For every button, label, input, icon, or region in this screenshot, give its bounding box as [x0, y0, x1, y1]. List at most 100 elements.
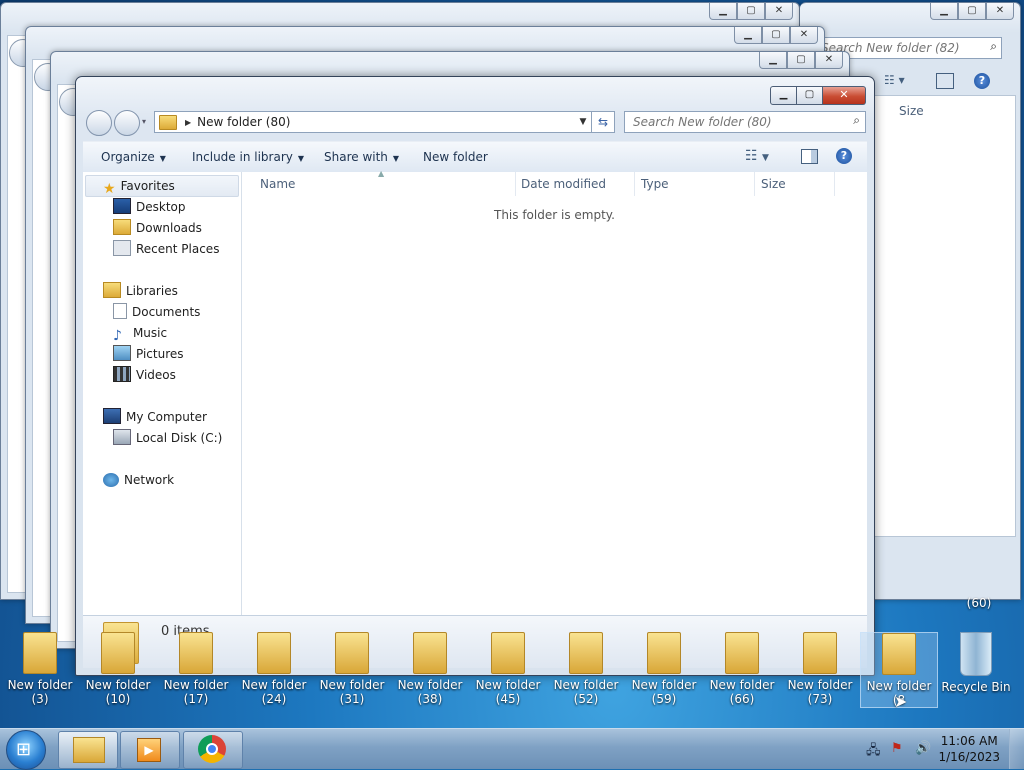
start-button[interactable]: ⊞ [6, 730, 46, 770]
nav-item-videos[interactable]: Videos [113, 365, 176, 385]
desktop-icon-folder[interactable]: New folder (17) [158, 632, 234, 706]
column-header-type[interactable]: Type [635, 172, 755, 196]
close-button[interactable]: ✕ [986, 3, 1014, 20]
refresh-button[interactable]: ⇆ [592, 111, 615, 133]
network-icon [103, 473, 119, 487]
new-folder-button[interactable]: New folder [423, 150, 488, 164]
minimize-button[interactable]: ▁ [709, 3, 737, 20]
desktop-icon-label: New folder [7, 678, 73, 692]
desktop-icon-folder[interactable]: New folder (31) [314, 632, 390, 706]
nav-item-recent-places[interactable]: Recent Places [113, 239, 219, 259]
nav-label: Desktop [136, 200, 186, 214]
maximize-button[interactable]: ▢ [762, 27, 790, 44]
nav-label: Documents [132, 305, 201, 319]
search-box[interactable]: ⌕ [624, 111, 866, 133]
empty-folder-message: This folder is empty. [494, 208, 615, 222]
nav-item-documents[interactable]: Documents [113, 302, 200, 322]
desktop-icon-folder[interactable]: New folder (59) [626, 632, 702, 706]
address-path[interactable]: New folder (80) [197, 115, 575, 129]
nav-item-desktop[interactable]: Desktop [113, 197, 186, 217]
share-with-button[interactable]: Share with ▼ [324, 150, 399, 164]
view-icon[interactable]: ☷ ▾ [884, 73, 905, 87]
nav-item-favorites[interactable]: ★ Favorites [103, 176, 175, 197]
desktop-icon-folder[interactable]: New folder (38) [392, 632, 468, 706]
close-button[interactable]: ✕ [823, 86, 866, 105]
desktop-icon-folder[interactable]: New folder (3) [2, 632, 78, 706]
maximize-button[interactable]: ▢ [958, 3, 986, 20]
videos-icon [113, 366, 131, 382]
desktop-icon-label: New folder [631, 678, 697, 692]
minimize-button[interactable]: ▁ [759, 52, 787, 69]
maximize-button[interactable]: ▢ [737, 3, 765, 20]
command-bar: Organize ▼ Include in library ▼ Share with… [83, 141, 867, 173]
desktop-icon-folder[interactable]: New folder (10) [80, 632, 156, 706]
desktop-icon-number: (38) [417, 692, 443, 706]
help-icon[interactable]: ? [974, 73, 990, 89]
network-tray-icon[interactable]: 🖧 [866, 741, 881, 763]
forward-button[interactable] [114, 110, 140, 136]
nav-item-network[interactable]: Network [103, 470, 174, 490]
clock[interactable]: 11:06 AM 1/16/2023 [938, 733, 1000, 765]
desktop-icon-folder[interactable]: New folder (73) [782, 632, 858, 706]
explorer-icon [73, 737, 105, 763]
taskbar: ⊞ ▶ 🖧 ⚑ 🔊 11:06 AM 1/16/2023 [0, 728, 1024, 770]
desktop-icon-number: (17) [183, 692, 209, 706]
desktop-icon-number: (66) [729, 692, 755, 706]
column-header-date-modified[interactable]: Date modified [515, 172, 635, 196]
close-button[interactable]: ✕ [765, 3, 793, 20]
column-header-name[interactable]: Name [254, 172, 516, 196]
help-icon[interactable]: ? [836, 148, 852, 164]
search-icon[interactable]: ⌕ [853, 113, 860, 128]
close-button[interactable]: ✕ [815, 52, 843, 69]
maximize-button[interactable]: ▢ [797, 86, 823, 105]
taskbar-chrome-button[interactable] [183, 731, 243, 769]
column-header-size[interactable]: Size [755, 172, 835, 196]
taskbar-explorer-button[interactable] [58, 731, 118, 769]
nav-item-my-computer[interactable]: My Computer [103, 407, 207, 427]
minimize-button[interactable]: ▁ [770, 86, 797, 105]
action-center-icon[interactable]: ⚑ [891, 741, 903, 756]
preview-pane-icon[interactable] [936, 73, 954, 89]
minimize-button[interactable]: ▁ [734, 27, 762, 44]
recent-pages-dropdown-icon[interactable]: ▾ [142, 117, 150, 126]
desktop-icon-folder[interactable]: New folder (45) [470, 632, 546, 706]
desktop-icon-label: New folder [866, 679, 932, 693]
maximize-button[interactable]: ▢ [787, 52, 815, 69]
music-icon: ♪ [113, 328, 122, 344]
address-dropdown-icon[interactable]: ▼ [575, 117, 591, 127]
file-list[interactable]: Name ▲ Date modified Type Size This fold… [242, 169, 867, 615]
desktop-icon-number: (24) [261, 692, 287, 706]
nav-item-local-disk[interactable]: Local Disk (C:) [113, 428, 222, 448]
close-button[interactable]: ✕ [790, 27, 818, 44]
nav-label: Downloads [136, 221, 202, 235]
nav-item-music[interactable]: ♪ Music [113, 323, 167, 344]
recycle-bin-label: Recycle Bin [941, 680, 1011, 694]
nav-item-libraries[interactable]: Libraries [103, 281, 178, 301]
desktop-icon-label: New folder [397, 678, 463, 692]
taskbar-media-player-button[interactable]: ▶ [120, 731, 180, 769]
change-view-icon[interactable]: ☷ ▼ [745, 148, 769, 164]
desktop-icon-folder[interactable]: New folder (24) [236, 632, 312, 706]
show-desktop-button[interactable] [1009, 729, 1024, 769]
search-input[interactable] [631, 112, 840, 132]
back-button[interactable] [86, 110, 112, 136]
preview-pane-icon[interactable] [801, 149, 818, 164]
share-with-label: Share with [324, 150, 388, 164]
nav-item-downloads[interactable]: Downloads [113, 218, 202, 238]
address-bar[interactable]: ▶ New folder (80) ▼ [154, 111, 592, 133]
recycle-bin[interactable]: Recycle Bin [938, 632, 1014, 694]
downloads-folder-icon [113, 219, 131, 235]
size-column-header[interactable]: Size [899, 104, 924, 118]
explorer-window[interactable]: ▁ ▢ ✕ ▾ ▶ New folder (80) ▼ ⇆ ⌕ Organize… [75, 76, 875, 676]
desktop-icon-folder[interactable]: New folder (66) [704, 632, 780, 706]
include-in-library-button[interactable]: Include in library ▼ [192, 150, 304, 164]
search-icon[interactable]: ⌕ [990, 39, 997, 54]
minimize-button[interactable]: ▁ [930, 3, 958, 20]
desktop-icon-label: New folder [163, 678, 229, 692]
nav-label: Videos [136, 368, 176, 382]
nav-item-pictures[interactable]: Pictures [113, 344, 184, 364]
breadcrumb-arrow-icon[interactable]: ▶ [185, 118, 191, 127]
volume-icon[interactable]: 🔊 [915, 741, 931, 756]
desktop-icon-folder[interactable]: New folder (52) [548, 632, 624, 706]
organize-button[interactable]: Organize ▼ [101, 150, 166, 164]
